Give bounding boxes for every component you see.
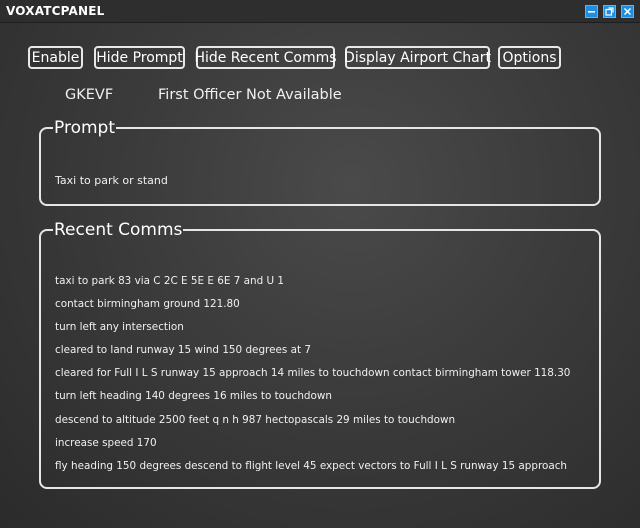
prompt-heading: Prompt [54,118,115,138]
comms-item: contact birmingham ground 121.80 [55,298,240,311]
display-airport-chart-button[interactable]: Display Airport Chart [344,46,491,69]
maximize-button[interactable] [603,5,616,18]
enable-button[interactable]: Enable [28,46,83,69]
comms-item: turn left any intersection [55,321,184,334]
comms-item: increase speed 170 [55,436,157,449]
options-button[interactable]: Options [498,46,561,69]
voxatc-panel-window: VOXATCPANEL Enable Hide Prompt Hide Rece… [0,0,640,528]
close-icon [623,7,632,16]
first-officer-status: First Officer Not Available [158,87,342,103]
recent-comms-panel: Recent Comms taxi to park 83 via C 2C E … [39,220,601,489]
prompt-text: Taxi to park or stand [55,174,168,187]
hide-recent-comms-button[interactable]: Hide Recent Comms [194,46,337,69]
comms-item: turn left heading 140 degrees 16 miles t… [55,390,332,403]
comms-item: cleared to land runway 15 wind 150 degre… [55,344,311,357]
callsign-label: GKEVF [65,87,114,103]
recent-comms-list: taxi to park 83 via C 2C E 5E E 6E 7 and… [55,274,570,482]
comms-item: taxi to park 83 via C 2C E 5E E 6E 7 and… [55,275,285,287]
comms-item: fly heading 150 degrees descend to fligh… [55,459,568,472]
comms-item: cleared for Full I L S runway 15 approac… [55,367,571,380]
window-title: VOXATCPANEL [6,4,105,18]
comms-item: descend to altitude 2500 feet q n h 987 … [55,413,456,426]
hide-prompt-button[interactable]: Hide Prompt [94,46,185,69]
title-bar[interactable]: VOXATCPANEL [0,0,640,23]
minimize-icon [588,11,595,13]
recent-comms-heading: Recent Comms [54,220,183,240]
close-button[interactable] [621,5,634,18]
maximize-icon [605,7,614,16]
prompt-panel: Prompt Taxi to park or stand [39,118,601,206]
minimize-button[interactable] [585,5,598,18]
